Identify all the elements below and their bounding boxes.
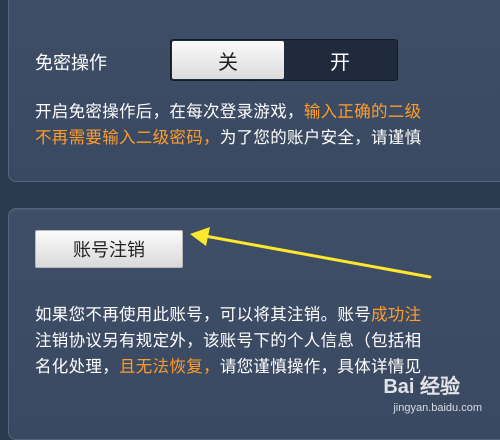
account-info-line3: 名化处理，且无法恢复，请您谨慎操作，具体详情见	[35, 357, 422, 376]
toggle-on-button[interactable]: 开	[284, 41, 396, 79]
privacy-panel	[8, 0, 500, 182]
toggle-off-button[interactable]: 关	[172, 41, 284, 79]
passwordless-description-line1: 开启免密操作后，在每次登录游戏，输入正确的二级	[35, 102, 422, 121]
passwordless-label: 免密操作	[35, 53, 107, 74]
passwordless-toggle[interactable]: 关 开	[170, 39, 398, 81]
account-info-line2: 注销协议另有规定外，该账号下的个人信息（包括相	[35, 331, 422, 350]
watermark-url: jingyan.baidu.com	[393, 402, 482, 414]
watermark-logo: Bai 经验	[383, 376, 460, 398]
account-cancel-button[interactable]: 账号注销	[35, 230, 183, 268]
account-info-line1: 如果您不再使用此账号，可以将其注销。账号成功注	[35, 305, 422, 324]
passwordless-description-line2: 不再需要输入二级密码，为了您的账户安全，请谨慎	[35, 128, 422, 147]
